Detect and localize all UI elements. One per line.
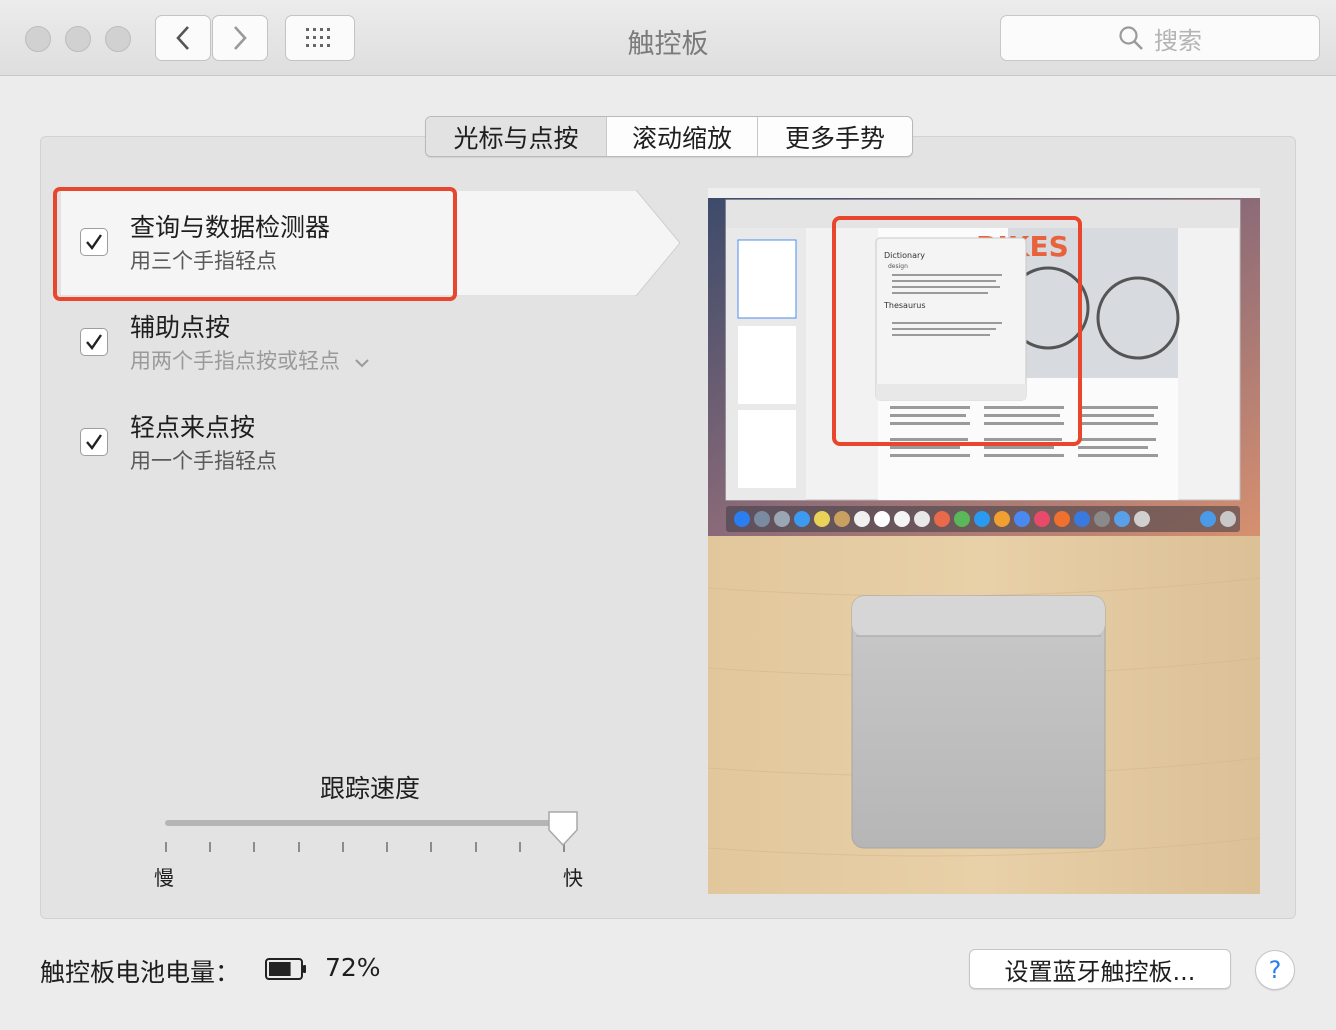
thesaurus-title: Thesaurus [883,301,926,310]
slider-tick [209,842,212,852]
checkmark-icon [86,434,102,450]
tracking-speed-label: 跟踪速度 [319,774,420,803]
tab-bar: 光标与点按 滚动缩放 更多手势 [425,116,913,157]
slider-tick [165,842,167,852]
option-highlight-box [53,187,457,301]
secondary-click-subtitle[interactable]: 用两个手指点按或轻点 [130,345,369,375]
tab-point-click[interactable]: 光标与点按 [426,117,607,156]
battery-label: 触控板电池电量： [40,958,241,987]
tracking-speed-knob[interactable] [546,810,580,848]
search-field[interactable]: 搜索 [1000,15,1320,61]
slider-max-label: 快 [563,866,583,890]
preview-illustration: BIKES Dictionary design Thesaurus [708,188,1260,894]
help-button[interactable]: ? [1255,950,1295,990]
secondary-click-checkbox[interactable] [80,328,108,356]
slider-tick [474,842,477,852]
tab-more-gestures[interactable]: 更多手势 [758,117,912,156]
dictionary-title: Dictionary [884,251,925,260]
slider-tick [518,842,521,852]
checkmark-icon [86,334,102,350]
dictionary-word: design [888,263,908,270]
secondary-click-subtitle-text: 用两个手指点按或轻点 [130,349,340,373]
slider-min-label: 慢 [154,866,174,890]
title-bar: 触控板 搜索 [0,0,1336,76]
secondary-click-title: 辅助点按 [130,313,231,342]
battery-percent: 72% [325,953,381,982]
slider-tick [253,842,256,852]
slider-tick [341,842,344,852]
tap-to-click-subtitle: 用一个手指轻点 [130,449,277,473]
tab-scroll-zoom[interactable]: 滚动缩放 [607,117,758,156]
chevron-down-icon [354,359,369,368]
battery-icon [265,958,306,980]
gesture-preview: BIKES Dictionary design Thesaurus [708,188,1260,894]
tracking-speed-track[interactable] [165,820,563,826]
slider-tick [430,842,433,852]
slider-tick [386,842,389,852]
slider-tick [297,842,300,852]
tap-to-click-checkbox[interactable] [80,428,108,456]
tap-to-click-title: 轻点来点按 [130,413,256,442]
setup-bluetooth-trackpad-button[interactable]: 设置蓝牙触控板... [969,949,1231,989]
search-placeholder: 搜索 [1154,26,1202,55]
search-icon [1119,26,1143,50]
